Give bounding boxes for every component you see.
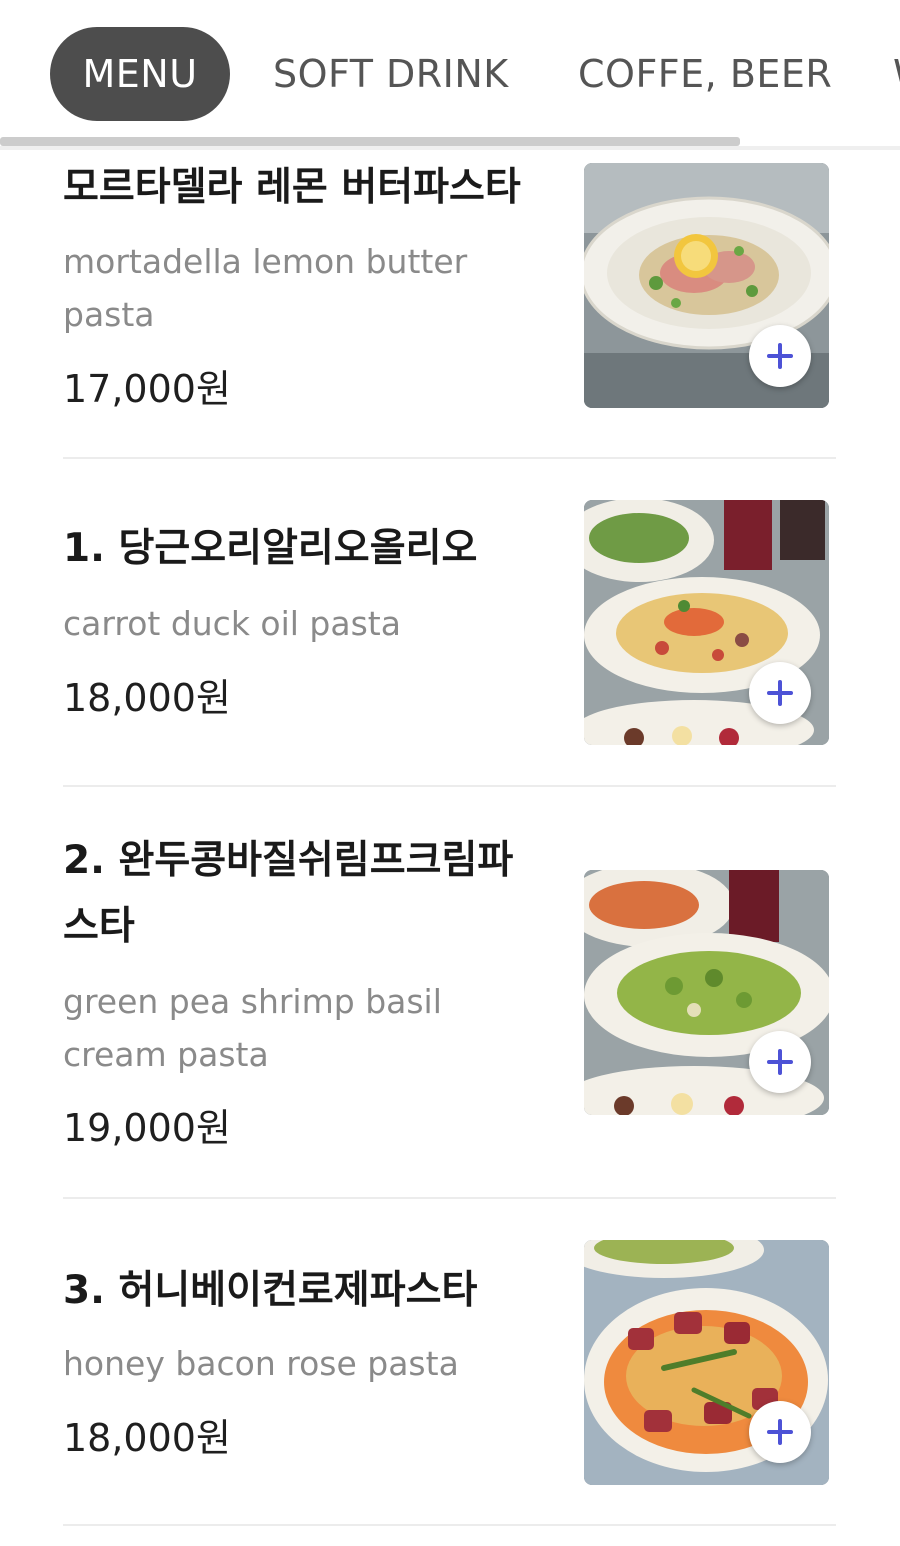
- tab-soft-drink[interactable]: SOFT DRINK: [273, 27, 509, 121]
- add-to-cart-button[interactable]: [749, 1031, 811, 1093]
- menu-item-price: 17,000원: [63, 367, 231, 411]
- item-divider: [63, 1197, 836, 1199]
- menu-item-description: honey bacon rose pasta: [63, 1344, 459, 1383]
- tab-coffee-beer[interactable]: COFFE, BEER: [578, 27, 832, 121]
- tab-bar-track: [0, 146, 900, 150]
- menu-item-description: mortadella lemon butter pasta: [63, 242, 468, 334]
- menu-item-price: 18,000원: [63, 676, 231, 720]
- menu-item-name: 3. 허니베이컨로제파스타: [63, 1268, 478, 1313]
- item-divider: [63, 457, 836, 459]
- item-divider: [63, 785, 836, 787]
- menu-item-price: 18,000원: [63, 1416, 231, 1460]
- menu-item-description: carrot duck oil pasta: [63, 604, 401, 643]
- tab-menu[interactable]: MENU: [50, 27, 230, 121]
- tab-next-partial[interactable]: W: [893, 27, 900, 121]
- menu-item-name: 1. 당근오리알리오올리오: [63, 526, 478, 571]
- tab-bar-scrollbar[interactable]: [0, 137, 740, 146]
- menu-item-price: 19,000원: [63, 1106, 231, 1150]
- add-to-cart-button[interactable]: [749, 662, 811, 724]
- menu-item-description: green pea shrimp basil cream pasta: [63, 982, 442, 1074]
- item-divider: [63, 1524, 836, 1526]
- menu-item-name: 모르타델라 레몬 버터파스타: [63, 165, 521, 210]
- category-tab-bar: MENU SOFT DRINK COFFE, BEER W: [0, 0, 900, 150]
- add-to-cart-button[interactable]: [749, 1401, 811, 1463]
- add-to-cart-button[interactable]: [749, 325, 811, 387]
- menu-item-name: 2. 완두콩바질쉬림프크림파스타: [63, 838, 514, 949]
